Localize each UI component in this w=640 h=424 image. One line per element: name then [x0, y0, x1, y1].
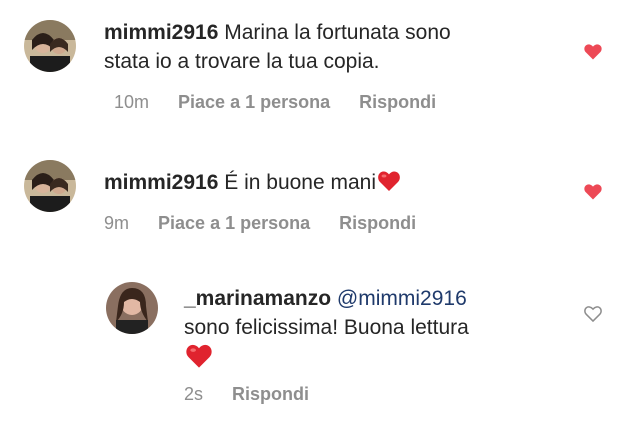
comment-text: mimmi2916 Marina la fortunata sono	[104, 18, 574, 47]
reply-button[interactable]: Rispondi	[359, 92, 436, 112]
comment-body: É in buone mani	[224, 171, 377, 194]
comment-text: mimmi2916 É in buone mani	[104, 168, 574, 201]
comment-meta: 9m Piace a 1 persona Rispondi	[104, 213, 440, 234]
comments-panel: mimmi2916 Marina la fortunata sono stata…	[0, 0, 640, 424]
heart-filled-icon[interactable]	[583, 182, 603, 202]
comment-meta: 10m Piace a 1 persona Rispondi	[114, 92, 460, 113]
heart-outline-icon[interactable]	[583, 304, 603, 324]
comment-body-line2: stata io a trovare la tua copia.	[104, 50, 380, 73]
comment-reply: _marinamanzo @mimmi2916 sono felicissima…	[0, 270, 640, 424]
username[interactable]: _marinamanzo	[184, 287, 331, 310]
comment-body: Marina la fortunata sono	[224, 21, 451, 44]
red-heart-emoji	[376, 169, 402, 201]
mention-link[interactable]: @mimmi2916	[337, 287, 467, 310]
avatar[interactable]	[24, 20, 76, 72]
avatar[interactable]	[24, 160, 76, 212]
comment-meta: 2s Rispondi	[184, 384, 333, 405]
reply-button[interactable]: Rispondi	[232, 384, 309, 404]
comment-text: _marinamanzo @mimmi2916	[184, 284, 574, 313]
username[interactable]: mimmi2916	[104, 171, 218, 194]
heart-filled-icon[interactable]	[583, 42, 603, 62]
timestamp: 2s	[184, 384, 204, 404]
comment-body: sono felicissima! Buona lettura	[184, 316, 469, 339]
reply-button[interactable]: Rispondi	[339, 213, 416, 233]
comment-2: mimmi2916 É in buone mani 9m Piace a 1 p…	[0, 150, 640, 250]
timestamp: 10m	[114, 92, 150, 112]
likes-count-link[interactable]: Piace a 1 persona	[158, 213, 310, 233]
username[interactable]: mimmi2916	[104, 21, 218, 44]
comment-1: mimmi2916 Marina la fortunata sono stata…	[0, 0, 640, 130]
red-heart-emoji	[184, 342, 214, 375]
likes-count-link[interactable]: Piace a 1 persona	[178, 92, 330, 112]
avatar[interactable]	[106, 282, 158, 334]
timestamp: 9m	[104, 213, 130, 233]
